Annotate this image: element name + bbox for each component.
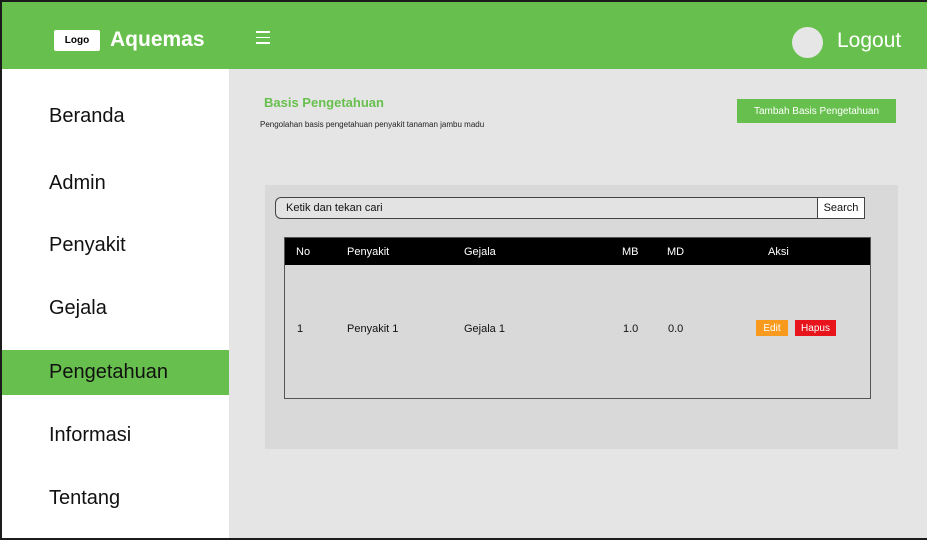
- cell-gejala: Gejala 1: [464, 323, 505, 335]
- page-title: Basis Pengetahuan: [264, 95, 384, 110]
- add-knowledge-button[interactable]: Tambah Basis Pengetahuan: [737, 99, 896, 123]
- knowledge-table: No Penyakit Gejala MB MD Aksi 1 Penyakit…: [284, 237, 871, 399]
- table-header: No Penyakit Gejala MB MD Aksi: [285, 238, 870, 265]
- sidebar-item-penyakit[interactable]: Penyakit: [2, 223, 229, 268]
- app-window: Logo Aquemas Logout Beranda Admin Penyak…: [0, 0, 927, 540]
- column-header-md: MD: [667, 245, 685, 258]
- top-navbar: Logo Aquemas Logout: [2, 2, 927, 69]
- sidebar-item-admin[interactable]: Admin: [2, 161, 229, 206]
- column-header-mb: MB: [622, 245, 639, 258]
- main-content: Basis Pengetahuan Pengolahan basis penge…: [229, 69, 927, 538]
- column-header-no: No: [296, 245, 311, 258]
- cell-no: 1: [297, 323, 304, 335]
- sidebar-item-gejala[interactable]: Gejala: [2, 286, 229, 331]
- sidebar-item-pengetahuan[interactable]: Pengetahuan: [2, 350, 229, 395]
- column-header-penyakit: Penyakit: [347, 245, 390, 258]
- cell-md: 0.0: [668, 323, 684, 335]
- user-avatar-icon[interactable]: [792, 27, 823, 58]
- edit-button[interactable]: Edit: [756, 320, 788, 336]
- page-subtitle: Pengolahan basis pengetahuan penyakit ta…: [260, 120, 485, 129]
- hamburger-menu-icon[interactable]: [256, 31, 270, 45]
- cell-mb: 1.0: [623, 323, 639, 335]
- sidebar-item-beranda[interactable]: Beranda: [2, 94, 229, 139]
- sidebar-item-tentang[interactable]: Tentang: [2, 476, 229, 521]
- delete-button[interactable]: Hapus: [795, 320, 836, 336]
- logo: Logo: [54, 30, 100, 51]
- data-panel: Ketik dan tekan cari Search No Penyakit …: [265, 185, 898, 449]
- logout-button[interactable]: Logout: [837, 28, 901, 54]
- column-header-aksi: Aksi: [768, 245, 789, 258]
- sidebar-item-informasi[interactable]: Informasi: [2, 413, 229, 458]
- cell-penyakit: Penyakit 1: [347, 323, 399, 335]
- search-button[interactable]: Search: [817, 197, 865, 219]
- search-input[interactable]: Ketik dan tekan cari: [275, 197, 817, 219]
- sidebar: Beranda Admin Penyakit Gejala Pengetahua…: [2, 69, 229, 538]
- column-header-gejala: Gejala: [464, 245, 496, 258]
- brand-name: Aquemas: [110, 28, 205, 51]
